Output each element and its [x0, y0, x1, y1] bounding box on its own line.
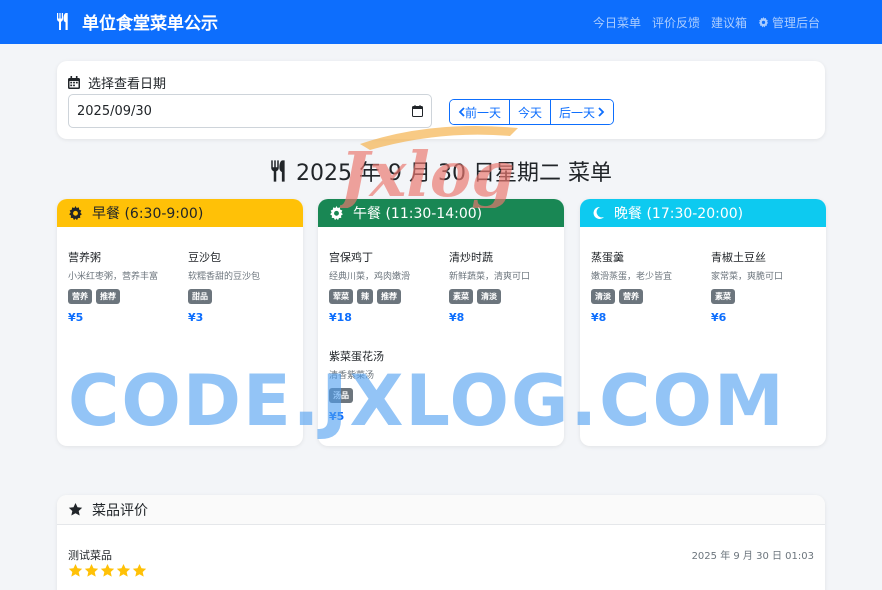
- gear-icon: [758, 17, 769, 28]
- dish-name: 紫菜蛋花汤: [329, 350, 384, 363]
- next-day-label: 后一天: [559, 105, 596, 120]
- dish-price: ¥8: [449, 311, 465, 324]
- dish-tag: 素菜: [449, 289, 473, 304]
- dish-name: 宫保鸡丁: [329, 251, 373, 264]
- chevron-left-icon: [458, 107, 465, 117]
- star-icon: [132, 563, 147, 577]
- nav-today-menu[interactable]: 今日菜单: [593, 14, 641, 31]
- nav-review-feedback[interactable]: 评价反馈: [652, 14, 700, 31]
- dish-desc: 清香紫菜汤: [329, 371, 375, 381]
- dish-item: 营养粥 小米红枣粥，营养丰富 营养 推荐 ¥5: [68, 249, 180, 324]
- dish-name: 营养粥: [68, 251, 101, 264]
- dish-tag: 营养: [619, 289, 643, 304]
- utensils-icon: [271, 160, 285, 182]
- dish-price: ¥18: [329, 311, 352, 324]
- dish-desc: 嫩滑蒸蛋，老少皆宜: [591, 272, 673, 282]
- star-icon: [116, 563, 131, 577]
- dish-item: 紫菜蛋花汤 清香紫菜汤 汤品 ¥5: [329, 348, 441, 423]
- dinner-title: 晚餐 (17:30-20:00): [614, 206, 744, 222]
- dish-name: 豆沙包: [188, 251, 221, 264]
- dish-price: ¥8: [591, 311, 607, 324]
- dish-tag: 清淡: [477, 289, 501, 304]
- review-card: 菜品评价 测试菜品 2025 年 9 月 30 日 01:03: [57, 495, 825, 590]
- dish-tag: 营养: [68, 289, 92, 304]
- review-dish: 测试菜品: [68, 549, 112, 562]
- dish-tag: 推荐: [96, 289, 120, 304]
- brand-title: 单位食堂菜单公示: [82, 14, 218, 34]
- star-icon: [100, 563, 115, 577]
- dish-item: 宫保鸡丁 经典川菜，鸡肉嫩滑 荤菜 辣 推荐 ¥18: [329, 249, 441, 324]
- breakfast-title: 早餐 (6:30-9:00): [92, 206, 204, 222]
- nav-admin[interactable]: 管理后台: [758, 14, 820, 31]
- review-header: 菜品评价: [57, 495, 825, 525]
- date-input[interactable]: 2025/09/30: [68, 94, 432, 128]
- nav-links: 今日菜单 评价反馈 建议箱 管理后台: [593, 14, 820, 31]
- navbar: 单位食堂菜单公示 今日菜单 评价反馈 建议箱 管理后台: [0, 0, 882, 44]
- dish-name: 蒸蛋羹: [591, 251, 624, 264]
- dish-item: 清炒时蔬 新鲜蔬菜，清爽可口 素菜 清淡 ¥8: [449, 249, 561, 324]
- dinner-card: 晚餐 (17:30-20:00) 蒸蛋羹 嫩滑蒸蛋，老少皆宜 清淡 营养 ¥8 …: [580, 199, 826, 446]
- dish-tag: 推荐: [377, 289, 401, 304]
- date-label-text: 选择查看日期: [88, 77, 167, 92]
- sun-icon: [69, 205, 82, 220]
- dish-price: ¥5: [68, 311, 84, 324]
- dish-item: 青椒土豆丝 家常菜，爽脆可口 素菜 ¥6: [711, 249, 823, 324]
- dish-price: ¥6: [711, 311, 727, 324]
- dish-name: 清炒时蔬: [449, 251, 493, 264]
- dish-desc: 经典川菜，鸡肉嫩滑: [329, 272, 411, 282]
- dish-tag: 甜品: [188, 289, 212, 304]
- review-time: 2025 年 9 月 30 日 01:03: [691, 551, 814, 562]
- moon-icon: [593, 206, 604, 219]
- utensils-icon: [57, 13, 68, 30]
- dish-tag: 清淡: [591, 289, 615, 304]
- dish-tag: 素菜: [711, 289, 735, 304]
- dish-desc: 软糯香甜的豆沙包: [188, 272, 261, 282]
- nav-suggestion-box[interactable]: 建议箱: [711, 14, 747, 31]
- chevron-right-icon: [598, 107, 605, 117]
- today-label: 今天: [518, 105, 543, 120]
- dish-desc: 新鲜蔬菜，清爽可口: [449, 272, 531, 282]
- date-value: 2025/09/30: [77, 103, 152, 119]
- menu-heading-text: 2025 年 9 月 30 日星期二 菜单: [296, 161, 612, 186]
- calendar-picker-icon[interactable]: [412, 105, 423, 117]
- prev-day-button[interactable]: 前一天: [450, 100, 510, 124]
- lunch-title: 午餐 (11:30-14:00): [353, 206, 483, 222]
- today-button[interactable]: 今天: [509, 100, 551, 124]
- dish-price: ¥5: [329, 410, 345, 423]
- breakfast-card: 早餐 (6:30-9:00) 营养粥 小米红枣粥，营养丰富 营养 推荐 ¥5 豆…: [57, 199, 303, 446]
- dish-item: 蒸蛋羹 嫩滑蒸蛋，老少皆宜 清淡 营养 ¥8: [591, 249, 703, 324]
- lunch-card: 午餐 (11:30-14:00) 宫保鸡丁 经典川菜，鸡肉嫩滑 荤菜 辣 推荐 …: [318, 199, 564, 446]
- rating-stars: [68, 563, 147, 578]
- star-icon: [84, 563, 99, 577]
- date-nav-buttons: 前一天 今天 后一天: [449, 99, 615, 125]
- sun-icon: [330, 205, 343, 220]
- breakfast-header: 早餐 (6:30-9:00): [57, 199, 303, 227]
- calendar-icon: [68, 76, 80, 89]
- dish-desc: 小米红枣粥，营养丰富: [68, 272, 159, 282]
- menu-heading: 2025 年 9 月 30 日星期二 菜单: [0, 155, 882, 187]
- dish-tag: 辣: [357, 289, 373, 304]
- dish-name: 青椒土豆丝: [711, 251, 766, 264]
- nav-admin-label: 管理后台: [771, 16, 820, 30]
- star-icon: [68, 502, 83, 516]
- brand[interactable]: 单位食堂菜单公示: [56, 9, 218, 34]
- dish-tag: 汤品: [329, 388, 353, 403]
- date-label: 选择查看日期: [68, 73, 166, 92]
- dish-item: 豆沙包 软糯香甜的豆沙包 甜品 ¥3: [188, 249, 300, 324]
- dish-desc: 家常菜，爽脆可口: [711, 272, 784, 282]
- star-icon: [68, 563, 83, 577]
- lunch-header: 午餐 (11:30-14:00): [318, 199, 564, 227]
- date-card: 选择查看日期 2025/09/30 前一天 今天 后一天: [57, 61, 825, 139]
- dinner-header: 晚餐 (17:30-20:00): [580, 199, 826, 227]
- dish-tag: 荤菜: [329, 289, 353, 304]
- dish-price: ¥3: [188, 311, 204, 324]
- next-day-button[interactable]: 后一天: [550, 100, 614, 124]
- review-title: 菜品评价: [92, 502, 148, 519]
- prev-day-label: 前一天: [465, 105, 502, 120]
